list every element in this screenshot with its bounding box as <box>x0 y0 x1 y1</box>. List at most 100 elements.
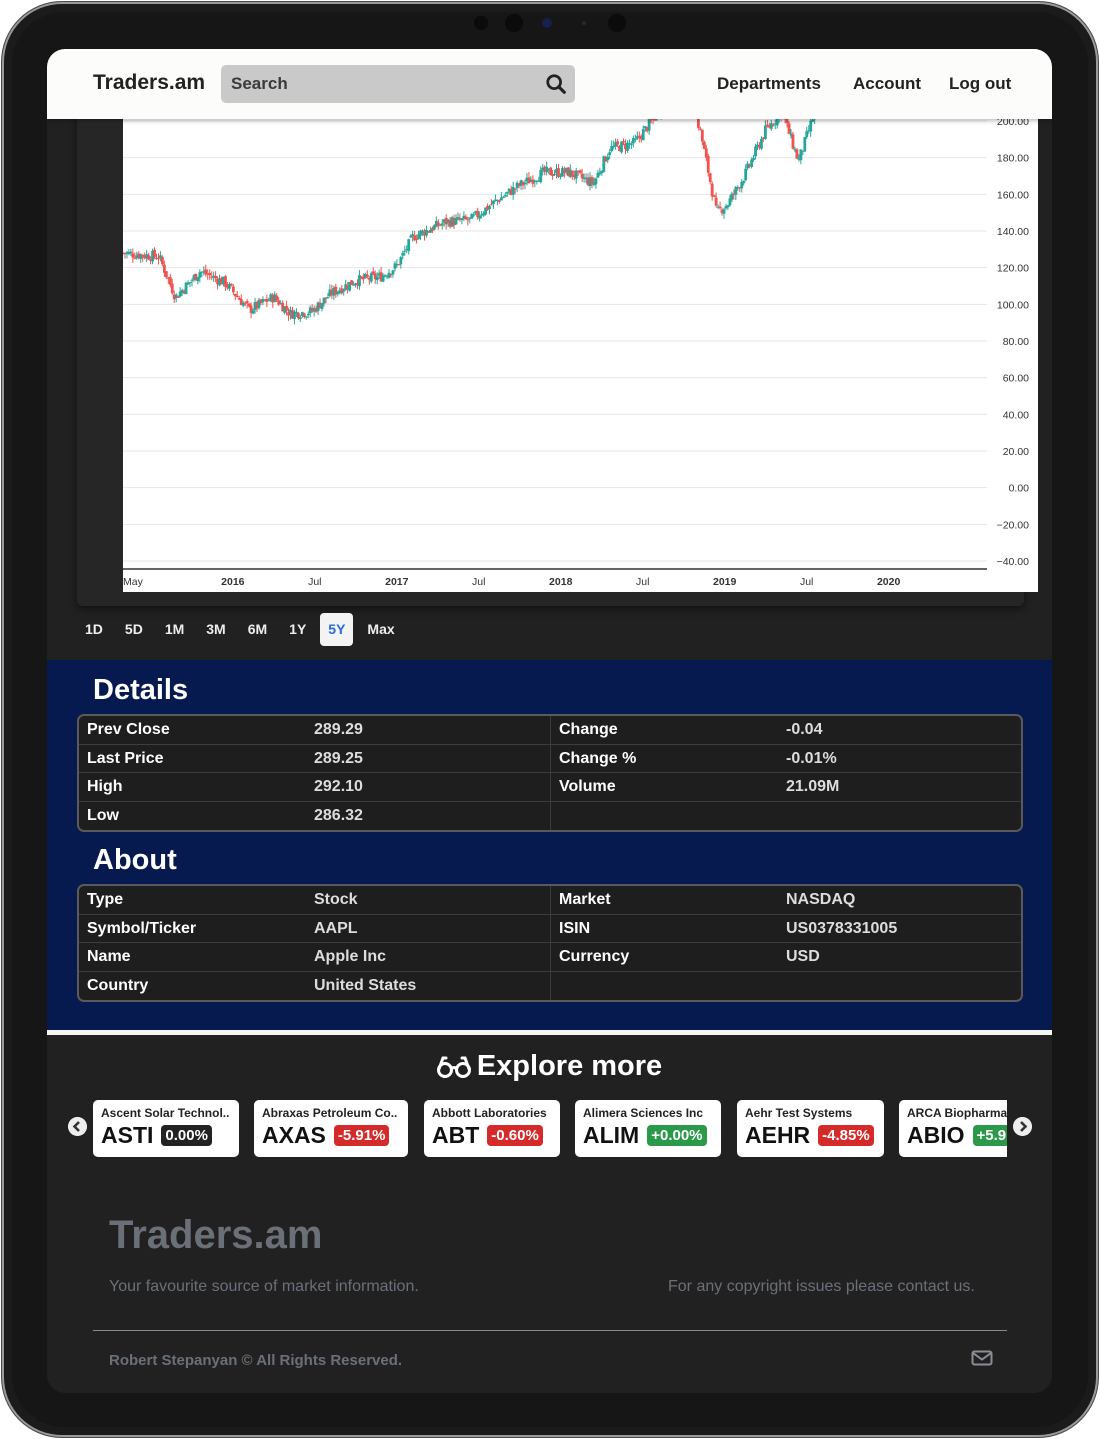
details-cell-label: Last Price <box>87 749 164 767</box>
candle-body <box>647 119 651 131</box>
candle-body <box>296 312 300 319</box>
candlestick-chart[interactable]: 200.00180.00160.00140.00120.00100.0080.0… <box>123 49 1038 592</box>
candle-body <box>752 157 755 160</box>
candle-body <box>633 138 637 140</box>
details-cell-label: Low <box>87 806 119 824</box>
range-button-1m[interactable]: 1M <box>157 613 192 646</box>
range-button-3m[interactable]: 3M <box>198 613 233 646</box>
footer-tagline: Your favourite source of market informat… <box>109 1278 419 1295</box>
ticker-card-abio[interactable]: ARCA Biopharma ABIO +5.9 <box>899 1100 1007 1157</box>
candle-body <box>233 293 237 297</box>
candle-body <box>557 168 560 177</box>
about-cell-label: Symbol/Ticker <box>87 919 197 937</box>
section-divider <box>47 1030 1052 1035</box>
candle-body <box>358 275 361 287</box>
candle-body <box>184 282 188 295</box>
candle-body <box>785 119 789 124</box>
details-title: Details <box>93 674 189 706</box>
about-cell-value: NASDAQ <box>786 891 856 908</box>
carousel-next-button[interactable] <box>1013 1117 1032 1136</box>
about-cell-label: Country <box>87 976 149 994</box>
candle-body <box>472 214 476 216</box>
candle-body <box>415 239 419 241</box>
candle-body <box>306 314 310 316</box>
about-cell-label: Market <box>550 886 778 914</box>
candle-body <box>304 316 308 318</box>
search-icon[interactable] <box>545 73 567 95</box>
explore-heading: Explore more <box>47 1050 1052 1083</box>
nav-logout[interactable]: Log out <box>949 74 1011 94</box>
candle-body <box>497 200 501 202</box>
candle-body <box>710 183 714 197</box>
x-tick-label: 2017 <box>385 576 409 588</box>
top-navbar: Traders.am Departments Account Log out <box>47 49 1052 119</box>
candle-body <box>214 275 218 279</box>
candle-body <box>407 239 411 251</box>
search-input[interactable] <box>221 65 521 103</box>
sensor-dot <box>582 21 586 25</box>
ticker-card-aehr[interactable]: Aehr Test Systems AEHR -4.85% <box>737 1100 884 1157</box>
candle-body <box>488 206 491 210</box>
details-row: Low 286.32 <box>79 801 1021 830</box>
range-button-5y[interactable]: 5Y <box>320 613 354 646</box>
candle-body <box>744 168 748 181</box>
about-row: Name Apple Inc Currency USD <box>79 943 1021 972</box>
glasses-icon <box>436 1056 471 1078</box>
footer-copyright-note: For any copyright issues please contact … <box>668 1278 975 1295</box>
range-button-max[interactable]: Max <box>359 613 402 646</box>
ticker-company-name: Alimera Sciences Inc <box>583 1106 704 1120</box>
time-range-selector: 1D 5D 1M 3M 6M 1Y 5Y Max <box>77 613 409 646</box>
candle-body <box>397 264 401 266</box>
y-tick-label: 100.00 <box>997 299 1029 311</box>
search-bar[interactable] <box>221 65 575 103</box>
candle-body <box>478 215 482 219</box>
candle-body <box>641 129 645 141</box>
carousel-prev-button[interactable] <box>68 1117 87 1136</box>
candle-body <box>302 313 306 317</box>
sensor-dot <box>474 16 488 30</box>
candle-body <box>161 257 164 265</box>
candle-body <box>224 276 227 287</box>
about-row: Country United States <box>79 971 1021 1000</box>
range-button-5d[interactable]: 5D <box>117 613 151 646</box>
explore-title-text: Explore more <box>476 1050 663 1082</box>
nav-departments[interactable]: Departments <box>717 74 821 94</box>
candle-body <box>706 155 710 173</box>
ticker-card-asti[interactable]: Ascent Solar Technol.. ASTI 0.00% <box>93 1100 239 1157</box>
range-button-1y[interactable]: 1Y <box>281 613 314 646</box>
details-cell-value: -0.01% <box>786 749 837 767</box>
about-cell-label: ISIN <box>550 914 778 942</box>
ticker-change-badge: -5.91% <box>333 1125 390 1146</box>
brand-logo[interactable]: Traders.am <box>93 71 205 95</box>
candle-body <box>760 138 763 149</box>
candle-body <box>275 295 279 301</box>
candle-body <box>170 283 174 294</box>
details-cell-label: Prev Close <box>87 721 170 738</box>
candle-body <box>742 181 746 184</box>
candle-body <box>523 182 527 184</box>
candle-body <box>702 141 706 150</box>
candle-body <box>505 191 509 194</box>
candle-body <box>383 275 387 277</box>
candle-body <box>606 156 610 161</box>
candle-body <box>188 282 192 284</box>
details-table: Prev Close 289.29 Change -0.04 Last Price 289… <box>77 714 1023 832</box>
nav-account[interactable]: Account <box>853 74 921 94</box>
ticker-carousel: Ascent Solar Technol.. ASTI 0.00% Abraxas P… <box>93 1100 1007 1157</box>
candle-body <box>791 134 795 149</box>
mail-icon[interactable] <box>971 1350 993 1366</box>
range-button-6m[interactable]: 6M <box>240 613 275 646</box>
candle-body <box>490 204 493 206</box>
stock-chart-card: 200.00 180.00 160.00 140.00 120.00 100.00 80.0… <box>77 49 1038 606</box>
details-row: Last Price 289.25 Change % -0.01% <box>79 744 1021 773</box>
ticker-card-alim[interactable]: Alimera Sciences Inc ALIM +0.00% <box>575 1100 721 1157</box>
screen: 200.00 180.00 160.00 140.00 120.00 100.00 80.0… <box>47 49 1052 1393</box>
candle-body <box>559 176 562 178</box>
x-tick-label: 2020 <box>877 576 901 588</box>
details-cell-label: Volume <box>550 773 778 801</box>
candle-body <box>190 280 194 282</box>
ticker-card-abt[interactable]: Abbott Laboratories ABT -0.60% <box>424 1100 560 1157</box>
range-button-1d[interactable]: 1D <box>77 613 111 646</box>
ticker-card-axas[interactable]: Abraxas Petroleum Co.. AXAS -5.91% <box>254 1100 408 1157</box>
candle-body <box>456 217 460 219</box>
